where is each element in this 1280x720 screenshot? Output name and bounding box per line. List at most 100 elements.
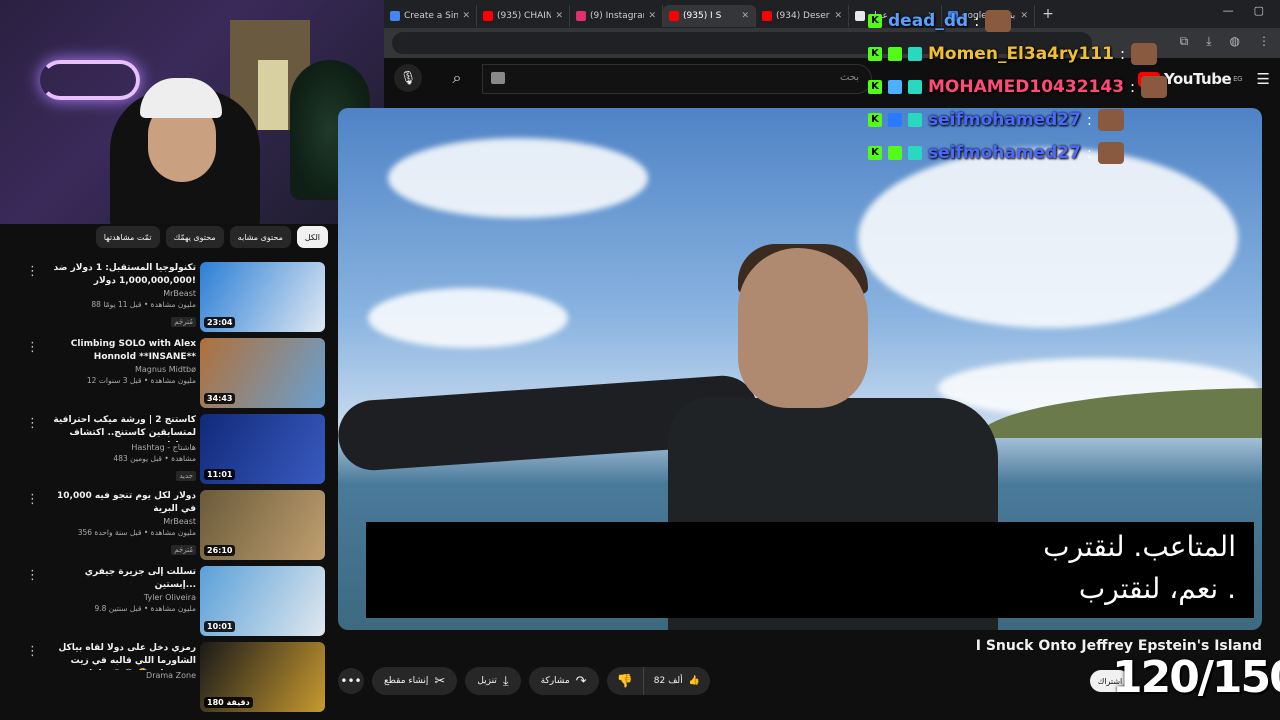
related-video-title[interactable]: تسللت إلى جزيرة جيفري إبستين... xyxy=(44,566,196,592)
like-dislike-group: 👎 82 ألف 👍 xyxy=(606,667,710,695)
filter-chip[interactable]: الكل xyxy=(296,226,328,248)
tab-label: (935) CHAIN xyxy=(497,11,552,21)
related-video-title[interactable]: كاستنج 2 | ورشة ميكب احترافية لمتسابقين … xyxy=(44,414,196,442)
video-duration: 23:04 xyxy=(204,317,236,328)
filter-chip[interactable]: محتوى مشابه xyxy=(229,226,291,248)
video-thumbnail[interactable]: 34:43 xyxy=(200,338,325,408)
more-actions-button[interactable]: ••• xyxy=(338,668,364,694)
browser-tab[interactable]: Create a Sin ✕ xyxy=(384,5,477,27)
video-stats: 356 مليون مشاهدة • قبل سنة واحدة xyxy=(77,528,196,537)
channel-name[interactable]: MrBeast xyxy=(44,517,196,526)
cam-streamer-cap xyxy=(140,78,222,118)
voice-search-button[interactable]: 🎙 xyxy=(394,64,422,92)
share-label: مشاركة xyxy=(540,676,570,686)
tab-label: (934) Desert xyxy=(776,11,831,21)
kebab-menu-icon[interactable]: ⋮ xyxy=(26,492,39,507)
video-meta: تكنولوجيا المستقبل: 1 دولار ضد 1,000,000… xyxy=(44,262,196,328)
video-thumbnail[interactable]: 23:04 xyxy=(200,262,325,332)
video-thumbnail[interactable]: 11:01 xyxy=(200,414,325,484)
tab-close-icon[interactable]: ✕ xyxy=(648,11,656,21)
related-video-item[interactable]: ⋮ رمزي دخل على دولا لقاه بياكل الشاورما … xyxy=(20,642,330,718)
like-button[interactable]: 82 ألف 👍 xyxy=(642,667,710,695)
tab-close-icon[interactable]: ✕ xyxy=(555,11,563,21)
related-video-item[interactable]: ⋮ Climbing SOLO with Alex Honnold **INSA… xyxy=(20,338,330,414)
video-player[interactable]: المتاعب. لنقترب . نعم، لنقترب xyxy=(338,108,1262,630)
related-videos-list: ⋮ تكنولوجيا المستقبل: 1 دولار ضد 1,000,0… xyxy=(20,262,330,718)
share-icon: ↷ xyxy=(575,673,587,689)
kebab-menu-icon[interactable]: ⋮ xyxy=(26,568,39,583)
search-button[interactable]: ⌕ xyxy=(442,64,472,92)
filter-chip[interactable]: تمّت مشاهدتها xyxy=(95,226,160,248)
cam-neon-sign xyxy=(40,60,140,100)
kebab-menu-icon[interactable]: ⋮ xyxy=(26,416,39,431)
channel-name[interactable]: MrBeast xyxy=(44,289,196,298)
video-thumbnail[interactable]: 180 دقيقة xyxy=(200,642,325,712)
kebab-menu-icon[interactable]: ⋮ xyxy=(26,644,39,659)
search-input[interactable]: بحث xyxy=(482,64,872,94)
channel-name[interactable]: Drama Zone xyxy=(44,671,196,680)
chat-colon: : xyxy=(1086,110,1092,129)
thumbs-down-icon: 👎 xyxy=(616,673,633,689)
chat-emote-icon xyxy=(1097,108,1124,131)
chat-username: seifmohamed27 xyxy=(928,142,1081,163)
kick-badge-icon: K xyxy=(868,145,882,160)
related-video-title[interactable]: تكنولوجيا المستقبل: 1 دولار ضد 1,000,000… xyxy=(44,262,196,288)
related-video-title[interactable]: Climbing SOLO with Alex Honnold **INSANE… xyxy=(44,338,196,364)
related-video-item[interactable]: ⋮ كاستنج 2 | ورشة ميكب احترافية لمتسابقي… xyxy=(20,414,330,490)
clip-button[interactable]: إنشاء مقطع ✂ xyxy=(372,667,458,695)
browser-tab[interactable]: (935) I S ✕ xyxy=(663,5,756,27)
video-thumbnail[interactable]: 10:01 xyxy=(200,566,325,636)
overlay-counter: 120/150 xyxy=(1112,652,1280,703)
browser-tab[interactable]: (935) CHAIN ✕ xyxy=(477,5,570,27)
video-stats: 483 مشاهدة • قبل يومين xyxy=(113,454,196,463)
subtitle-line-2: . نعم، لنقترب xyxy=(1078,572,1236,605)
chat-message: K MOHAMED10432143 : xyxy=(868,70,1280,103)
tab-label: (935) I S xyxy=(683,11,722,21)
chat-badge-icon xyxy=(888,79,902,94)
chat-colon: : xyxy=(1086,143,1092,162)
video-meta: Climbing SOLO with Alex Honnold **INSANE… xyxy=(44,338,196,385)
tab-close-icon[interactable]: ✕ xyxy=(834,11,842,21)
browser-tab[interactable]: (9) Instagram ✕ xyxy=(570,5,663,27)
tab-close-icon[interactable]: ✕ xyxy=(741,11,749,21)
kick-badge-icon: K xyxy=(868,112,882,127)
kebab-menu-icon[interactable]: ⋮ xyxy=(26,340,39,355)
related-video-title[interactable]: 10,000 دولار لكل يوم تنجو فيه في البرية xyxy=(44,490,196,516)
tab-label: (9) Instagram xyxy=(590,11,644,21)
related-video-title[interactable]: رمزي دخل على دولا لقاه بياكل الشاورما ال… xyxy=(44,642,197,670)
chat-badge-icon xyxy=(908,145,922,160)
share-button[interactable]: مشاركة ↷ xyxy=(528,667,599,695)
download-button[interactable]: تنزيل ⤓ xyxy=(465,667,521,695)
filter-chip[interactable]: محتوى يهمّك xyxy=(165,226,224,248)
channel-name[interactable]: Magnus Midtbø xyxy=(44,365,196,374)
like-count: 82 ألف xyxy=(653,676,683,686)
channel-name[interactable]: Hashtag - هاشتاج xyxy=(44,443,196,452)
filter-chips: الكل محتوى مشابه محتوى يهمّك تمّت مشاهدتها xyxy=(88,226,328,250)
chat-username: MOHAMED10432143 xyxy=(928,76,1125,97)
chat-message: K seifmohamed27 : xyxy=(868,136,1280,169)
channel-name[interactable]: Tyler Oliveira xyxy=(44,593,196,602)
video-stats: 88 مليون مشاهدة • قبل 11 يومًا xyxy=(91,300,196,309)
chat-emote-icon xyxy=(1141,75,1168,98)
kick-badge-icon: K xyxy=(868,46,882,61)
chat-badge-icon xyxy=(908,112,922,127)
chat-emote-icon xyxy=(985,9,1012,32)
related-video-item[interactable]: ⋮ تسللت إلى جزيرة جيفري إبستين... Tyler … xyxy=(20,566,330,642)
search-icon: ⌕ xyxy=(452,68,462,87)
kebab-menu-icon[interactable]: ⋮ xyxy=(26,264,39,279)
chat-emote-icon xyxy=(1131,42,1158,65)
related-video-item[interactable]: ⋮ 10,000 دولار لكل يوم تنجو فيه في البري… xyxy=(20,490,330,566)
browser-tab[interactable]: (934) Desert ✕ xyxy=(756,5,849,27)
tab-label: Create a Sin xyxy=(404,11,459,21)
thumbs-up-icon: 👍 xyxy=(688,676,700,686)
chat-message: K dead_dd : xyxy=(868,4,1280,37)
related-video-item[interactable]: ⋮ تكنولوجيا المستقبل: 1 دولار ضد 1,000,0… xyxy=(20,262,330,338)
tab-favicon-icon xyxy=(762,11,772,21)
video-thumbnail[interactable]: 26:10 xyxy=(200,490,325,560)
dislike-button[interactable]: 👎 xyxy=(607,667,643,695)
video-badge: مُترجَم xyxy=(171,317,196,327)
tab-close-icon[interactable]: ✕ xyxy=(462,11,470,21)
keyboard-icon[interactable] xyxy=(491,72,505,84)
video-stats: 9.8 مليون مشاهدة • قبل سنتين xyxy=(94,604,196,613)
video-meta: رمزي دخل على دولا لقاه بياكل الشاورما ال… xyxy=(44,642,197,682)
